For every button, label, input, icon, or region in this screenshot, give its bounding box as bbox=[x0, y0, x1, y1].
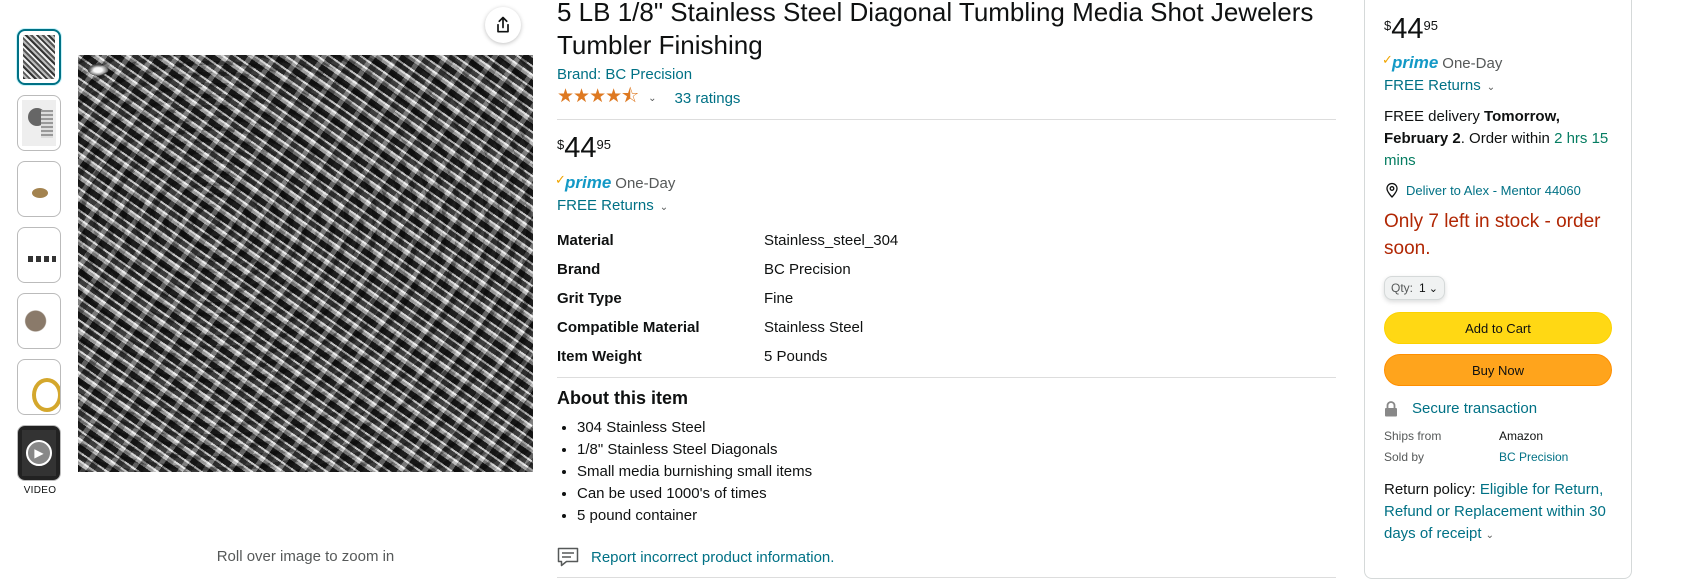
comment-icon bbox=[557, 547, 579, 567]
report-row[interactable]: Report incorrect product information. bbox=[557, 547, 1336, 567]
bullet-item: 5 pound container bbox=[577, 505, 1336, 527]
spec-table: Material Stainless_steel_304 Brand BC Preci… bbox=[557, 226, 898, 371]
spec-key: Brand bbox=[557, 261, 601, 278]
price-whole: 44 bbox=[1391, 13, 1424, 45]
lock-icon bbox=[1385, 400, 1397, 416]
sold-by-label: Sold by bbox=[1384, 450, 1425, 464]
price-fraction: 95 bbox=[596, 137, 611, 152]
chevron-down-icon: ⌄ bbox=[1428, 282, 1438, 295]
ship-info: Ships from Amazon Sold by BC Precision bbox=[1384, 429, 1612, 464]
video-label: VIDEO bbox=[23, 485, 57, 496]
add-to-cart-button[interactable]: Add to Cart bbox=[1384, 312, 1612, 344]
spec-key: Item Weight bbox=[557, 348, 642, 365]
spec-value: Stainless_steel_304 bbox=[764, 232, 899, 249]
delivery-info: FREE delivery Tomorrow, February 2. Orde… bbox=[1384, 106, 1612, 172]
buybox-price: $ 44 95 bbox=[1384, 13, 1612, 45]
thumbnail-video[interactable]: ▶ bbox=[17, 425, 61, 481]
chevron-down-icon[interactable]: ⌄ bbox=[660, 202, 668, 213]
secure-transaction-link[interactable]: Secure transaction bbox=[1412, 400, 1537, 417]
prime-badge: prime One-Day bbox=[555, 172, 1336, 193]
main-product-image[interactable] bbox=[78, 55, 533, 472]
free-returns-link[interactable]: FREE Returns bbox=[557, 197, 654, 214]
ratings-count-link[interactable]: 33 ratings bbox=[675, 90, 741, 107]
quantity-select[interactable]: Qty: 1 ⌄ bbox=[1384, 276, 1445, 300]
prime-logo: prime bbox=[1382, 52, 1438, 73]
price-symbol: $ bbox=[1384, 18, 1392, 33]
thumbnail-3[interactable] bbox=[17, 161, 61, 217]
spec-value: Stainless Steel bbox=[764, 319, 864, 336]
free-returns-link[interactable]: FREE Returns bbox=[1384, 77, 1481, 94]
stock-warning: Only 7 left in stock - order soon. bbox=[1384, 211, 1601, 259]
bullet-item: Small media burnishing small items bbox=[577, 461, 1336, 483]
spec-row: Brand BC Precision bbox=[557, 255, 898, 284]
thumbnail-4[interactable] bbox=[17, 227, 61, 283]
secure-transaction[interactable]: Secure transaction bbox=[1384, 400, 1612, 417]
spec-row: Compatible Material Stainless Steel bbox=[557, 313, 898, 342]
qty-value: 1 bbox=[1419, 281, 1426, 295]
deliver-to-link[interactable]: Deliver to Alex - Mentor 44060 bbox=[1406, 183, 1581, 198]
thumbnail-5[interactable] bbox=[17, 293, 61, 349]
spec-row: Grit Type Fine bbox=[557, 284, 898, 313]
thumbnail-1[interactable] bbox=[17, 29, 61, 85]
play-icon: ▶ bbox=[26, 440, 52, 466]
thumbnail-2[interactable] bbox=[17, 95, 61, 151]
product-details: 5 LB 1/8" Stainless Steel Diagonal Tumbl… bbox=[555, 0, 1336, 578]
report-link[interactable]: Report incorrect product information. bbox=[591, 549, 834, 566]
brand-link[interactable]: Brand: BC Precision bbox=[557, 66, 692, 83]
spec-value: Fine bbox=[764, 290, 794, 307]
spec-row: Item Weight 5 Pounds bbox=[557, 342, 898, 371]
spec-value: BC Precision bbox=[764, 261, 851, 278]
chevron-down-icon[interactable]: ⌄ bbox=[648, 93, 656, 104]
prime-speed: One-Day bbox=[615, 174, 676, 192]
prime-speed: One-Day bbox=[1442, 54, 1503, 72]
star-rating-icon[interactable]: ★★★★⯪ bbox=[557, 82, 639, 114]
price-symbol: $ bbox=[557, 137, 565, 152]
zoom-hint: Roll over image to zoom in bbox=[216, 548, 395, 565]
bullet-item: 304 Stainless Steel bbox=[577, 417, 1336, 439]
bullet-item: 1/8" Stainless Steel Diagonals bbox=[577, 439, 1336, 461]
thumbnail-strip: ▶ VIDEO bbox=[17, 29, 63, 496]
deliver-to[interactable]: Deliver to Alex - Mentor 44060 bbox=[1384, 182, 1612, 198]
spec-value: 5 Pounds bbox=[764, 348, 828, 365]
about-heading: About this item bbox=[557, 388, 688, 408]
prime-badge: prime One-Day bbox=[1382, 52, 1612, 73]
chevron-down-icon[interactable]: ⌄ bbox=[1486, 530, 1494, 541]
rating-row: ★★★★⯪ ⌄ 33 ratings bbox=[557, 86, 1336, 109]
thumbnail-6[interactable] bbox=[17, 359, 61, 415]
chevron-down-icon[interactable]: ⌄ bbox=[1487, 82, 1495, 93]
about-bullets: 304 Stainless Steel1/8" Stainless Steel … bbox=[557, 417, 1336, 527]
return-policy: Return policy: Eligible for Return, Refu… bbox=[1384, 479, 1612, 547]
divider bbox=[557, 577, 1336, 578]
product-title: 5 LB 1/8" Stainless Steel Diagonal Tumbl… bbox=[557, 0, 1314, 60]
price: $ 44 95 bbox=[557, 132, 1336, 164]
share-icon bbox=[497, 16, 509, 33]
spec-row: Material Stainless_steel_304 bbox=[557, 226, 898, 255]
ships-from-value: Amazon bbox=[1499, 429, 1544, 443]
bullet-item: Can be used 1000's of times bbox=[577, 483, 1336, 505]
price-whole: 44 bbox=[564, 132, 597, 164]
divider bbox=[557, 119, 1336, 120]
prime-logo: prime bbox=[555, 172, 611, 193]
share-button[interactable] bbox=[485, 7, 521, 43]
spec-key: Grit Type bbox=[557, 290, 622, 307]
sold-by-link[interactable]: BC Precision bbox=[1499, 450, 1612, 464]
return-policy-label: Return policy: bbox=[1384, 481, 1480, 498]
qty-label: Qty: bbox=[1391, 281, 1414, 295]
buy-box: $ 44 95 prime One-Day FREE Returns ⌄ FREE… bbox=[1364, 0, 1632, 579]
price-fraction: 95 bbox=[1423, 18, 1438, 33]
location-pin-icon bbox=[1386, 182, 1398, 198]
ships-from-label: Ships from bbox=[1384, 429, 1442, 443]
spec-key: Material bbox=[557, 232, 614, 249]
delivery-mid: . Order within bbox=[1460, 130, 1555, 147]
spec-key: Compatible Material bbox=[557, 319, 700, 336]
divider bbox=[557, 377, 1336, 378]
buy-now-button[interactable]: Buy Now bbox=[1384, 354, 1612, 386]
delivery-prefix: FREE delivery bbox=[1384, 108, 1485, 125]
